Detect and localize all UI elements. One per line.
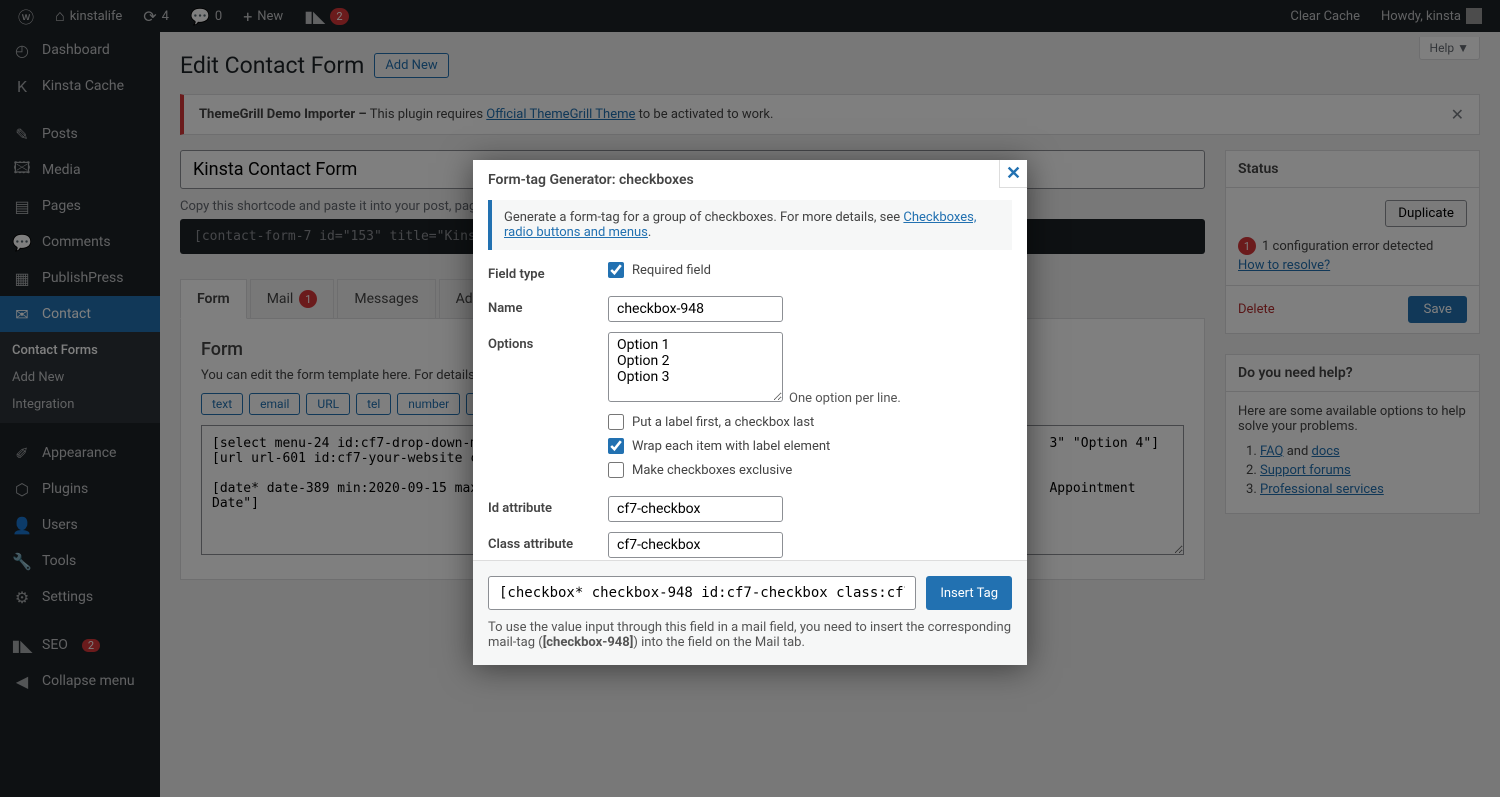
id-attr-input[interactable] [608,496,783,522]
modal-title: Form-tag Generator: checkboxes ✕ [473,160,1027,200]
insert-tag-button[interactable]: Insert Tag [926,576,1012,610]
label-first-checkbox[interactable] [608,414,624,430]
modal-close-button[interactable]: ✕ [999,160,1027,188]
label-field-type: Field type [488,262,608,286]
options-textarea[interactable]: Option 1 Option 2 Option 3 [608,332,783,402]
wrap-label-text: Wrap each item with label element [632,439,830,454]
label-class-attr: Class attribute [488,532,608,558]
options-hint: One option per line. [789,391,901,406]
label-first-text: Put a label first, a checkbox last [632,415,814,430]
required-checkbox[interactable] [608,262,624,278]
required-label: Required field [632,263,711,278]
modal-info: Generate a form-tag for a group of check… [488,200,1012,250]
class-attr-input[interactable] [608,532,783,558]
name-input[interactable] [608,296,783,322]
form-tag-generator-modal: Form-tag Generator: checkboxes ✕ Generat… [473,160,1027,665]
generated-tag-input[interactable] [488,576,916,610]
wrap-label-checkbox[interactable] [608,438,624,454]
label-options: Options [488,332,608,486]
exclusive-text: Make checkboxes exclusive [632,463,792,478]
label-name: Name [488,296,608,322]
exclusive-checkbox[interactable] [608,462,624,478]
label-id-attr: Id attribute [488,496,608,522]
mail-tag-note: To use the value input through this fiel… [488,620,1012,650]
